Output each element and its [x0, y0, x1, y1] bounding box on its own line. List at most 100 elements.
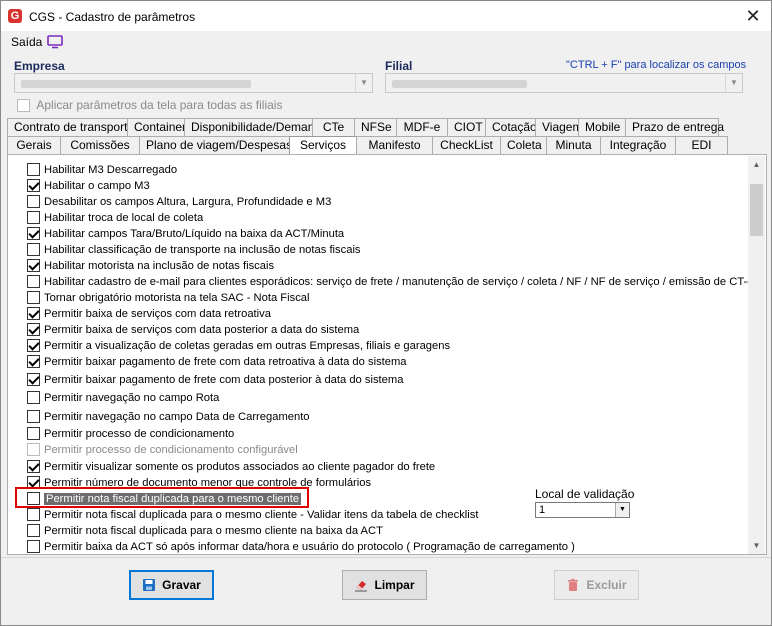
- close-icon[interactable]: ✕: [741, 6, 765, 26]
- option-row[interactable]: Permitir baixa da ACT só após informar d…: [27, 539, 575, 555]
- tab-r1-4[interactable]: NFSe: [354, 118, 397, 136]
- tab-r1-1[interactable]: Container: [127, 118, 186, 136]
- tab-r1-7[interactable]: Cotação: [485, 118, 537, 136]
- tab-r2-3[interactable]: Serviços: [289, 136, 357, 154]
- gravar-button[interactable]: Gravar: [129, 570, 214, 600]
- option-row[interactable]: Permitir processo de condicionamento: [27, 426, 234, 442]
- option-row[interactable]: Habilitar motorista na inclusão de notas…: [27, 258, 274, 274]
- option-row[interactable]: Permitir baixar pagamento de frete com d…: [27, 372, 403, 388]
- option-checkbox[interactable]: [27, 409, 40, 423]
- option-label: Habilitar cadastro de e-mail para client…: [44, 276, 754, 288]
- option-checkbox[interactable]: [27, 242, 40, 256]
- option-label: Permitir baixa de serviços com data post…: [44, 324, 360, 336]
- tab-r2-4[interactable]: Manifesto: [356, 136, 433, 154]
- local-validacao-value: 1: [539, 504, 546, 516]
- tab-r1-10[interactable]: Prazo de entrega: [625, 118, 724, 136]
- empresa-select[interactable]: ▼: [14, 73, 373, 93]
- option-checkbox[interactable]: [27, 338, 40, 352]
- tab-r1-0[interactable]: Contrato de transporte: [7, 118, 134, 136]
- option-row[interactable]: Tornar obrigatório motorista na tela SAC…: [27, 290, 310, 306]
- option-label: Permitir baixa da ACT só após informar d…: [44, 541, 575, 553]
- option-label: Permitir visualizar somente os produtos …: [44, 461, 436, 473]
- menu-item-saida[interactable]: Saída: [11, 35, 42, 49]
- option-row[interactable]: Permitir processo de condicionamento con…: [27, 442, 298, 458]
- option-checkbox[interactable]: [27, 210, 40, 224]
- local-validacao-select[interactable]: 1 ▼: [535, 502, 630, 518]
- tab-r2-8[interactable]: Integração: [600, 136, 676, 154]
- chevron-down-icon: ▼: [355, 74, 372, 92]
- tab-r1-6[interactable]: CIOT: [447, 118, 486, 136]
- option-label: Habilitar troca de local de coleta: [44, 212, 204, 224]
- apply-all-option[interactable]: Aplicar parâmetros da tela para todas as…: [17, 98, 282, 113]
- option-row[interactable]: Habilitar M3 Descarregado: [27, 162, 177, 178]
- tab-r2-6[interactable]: Coleta: [500, 136, 547, 154]
- option-row[interactable]: Habilitar campos Tara/Bruto/Líquido na b…: [27, 226, 344, 242]
- tab-r2-2[interactable]: Plano de viagem/Despesas: [139, 136, 292, 154]
- tab-r2-5[interactable]: CheckList: [432, 136, 501, 154]
- option-checkbox[interactable]: [27, 178, 40, 192]
- option-row[interactable]: Permitir visualizar somente os produtos …: [27, 459, 435, 475]
- option-checkbox[interactable]: [27, 306, 40, 320]
- option-row[interactable]: Desabilitar os campos Altura, Largura, P…: [27, 194, 331, 210]
- option-checkbox[interactable]: [27, 274, 40, 288]
- option-checkbox[interactable]: [27, 523, 40, 537]
- scroll-down-icon[interactable]: ▼: [748, 537, 765, 554]
- option-checkbox[interactable]: [27, 426, 40, 440]
- main-window: G CGS - Cadastro de parâmetros ✕ Saída E…: [0, 0, 772, 626]
- app-logo-icon: G: [8, 9, 22, 23]
- tab-r1-2[interactable]: Disponibilidade/Demanda: [184, 118, 328, 136]
- option-checkbox[interactable]: [27, 194, 40, 208]
- option-row[interactable]: Permitir baixar pagamento de frete com d…: [27, 354, 407, 370]
- excluir-button[interactable]: Excluir: [554, 570, 639, 600]
- monitor-icon[interactable]: [47, 35, 63, 49]
- option-checkbox[interactable]: [27, 390, 40, 404]
- tab-r2-1[interactable]: Comissões: [60, 136, 140, 154]
- scroll-up-icon[interactable]: ▲: [748, 156, 765, 173]
- option-row[interactable]: Permitir nota fiscal duplicada para o me…: [27, 507, 478, 523]
- option-checkbox[interactable]: [27, 459, 40, 473]
- option-label: Permitir navegação no campo Rota: [44, 392, 220, 404]
- option-row[interactable]: Habilitar classificação de transporte na…: [27, 242, 361, 258]
- limpar-label: Limpar: [374, 578, 415, 592]
- option-label: Habilitar motorista na inclusão de notas…: [44, 260, 275, 272]
- vertical-scrollbar[interactable]: ▲ ▼: [748, 156, 765, 554]
- option-checkbox[interactable]: [27, 507, 40, 521]
- option-row[interactable]: Permitir a visualização de coletas gerad…: [27, 338, 450, 354]
- option-checkbox[interactable]: [27, 290, 40, 304]
- option-row[interactable]: Permitir navegação no campo Data de Carr…: [27, 409, 310, 425]
- option-checkbox[interactable]: [27, 442, 40, 456]
- option-row[interactable]: Permitir baixa de serviços com data retr…: [27, 306, 271, 322]
- tab-r1-5[interactable]: MDF-e: [396, 118, 448, 136]
- eraser-icon: [355, 581, 368, 592]
- tab-r1-3[interactable]: CTe: [312, 118, 355, 136]
- option-row[interactable]: Habilitar cadastro de e-mail para client…: [27, 274, 753, 290]
- highlight-annotation: [15, 487, 309, 508]
- option-row[interactable]: Permitir navegação no campo Rota: [27, 390, 219, 406]
- option-row[interactable]: Permitir baixa de serviços com data post…: [27, 322, 359, 338]
- limpar-button[interactable]: Limpar: [342, 570, 427, 600]
- tab-r2-0[interactable]: Gerais: [7, 136, 61, 154]
- option-checkbox[interactable]: [27, 162, 40, 176]
- trash-icon: [568, 578, 579, 591]
- tab-r2-7[interactable]: Minuta: [546, 136, 601, 154]
- tab-r2-9[interactable]: EDI: [675, 136, 728, 154]
- menu-bar: Saída: [1, 31, 771, 53]
- option-checkbox[interactable]: [27, 258, 40, 272]
- chevron-down-icon: ▼: [615, 503, 629, 517]
- option-label: Permitir nota fiscal duplicada para o me…: [44, 525, 383, 537]
- apply-all-checkbox[interactable]: [17, 99, 30, 113]
- filial-select[interactable]: ▼: [385, 73, 743, 93]
- option-checkbox[interactable]: [27, 322, 40, 336]
- option-row[interactable]: Permitir nota fiscal duplicada para o me…: [27, 523, 383, 539]
- scroll-thumb[interactable]: [750, 184, 763, 236]
- option-label: Desabilitar os campos Altura, Largura, P…: [44, 196, 332, 208]
- option-checkbox[interactable]: [27, 539, 40, 553]
- tab-r1-8[interactable]: Viagem: [535, 118, 582, 136]
- option-label: Permitir baixar pagamento de frete com d…: [44, 356, 407, 368]
- option-checkbox[interactable]: [27, 226, 40, 240]
- option-row[interactable]: Habilitar troca de local de coleta: [27, 210, 203, 226]
- option-checkbox[interactable]: [27, 372, 40, 386]
- option-checkbox[interactable]: [27, 354, 40, 368]
- tab-r1-9[interactable]: Mobile: [578, 118, 626, 136]
- option-row[interactable]: Habilitar o campo M3: [27, 178, 150, 194]
